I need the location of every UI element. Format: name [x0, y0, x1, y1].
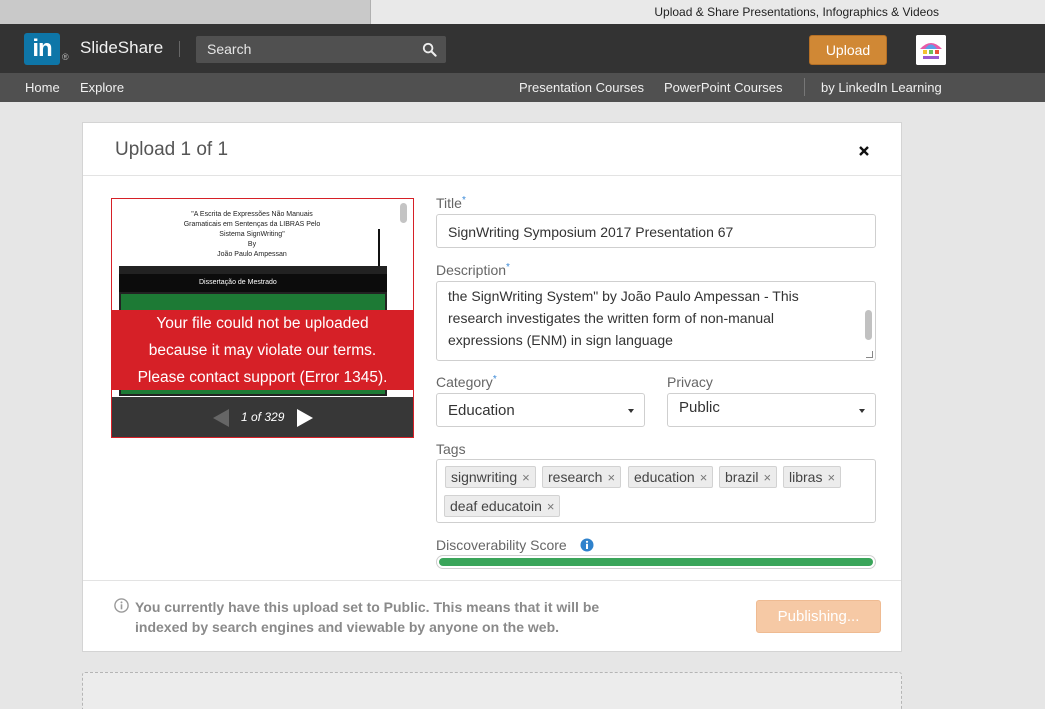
- preview-scrollbar[interactable]: [400, 203, 407, 223]
- search-input[interactable]: Search: [196, 36, 446, 63]
- document-text: "A Escrita de Expressões Não Manuais Gra…: [152, 210, 352, 260]
- description-line: the SignWriting System" by João Paulo Am…: [448, 288, 799, 304]
- tag-chip[interactable]: signwriting ×: [445, 466, 536, 488]
- doc-line: Gramaticais em Sentenças da LIBRAS Pelo: [183, 221, 321, 228]
- browser-tab-inactive[interactable]: [0, 0, 371, 24]
- linkedin-logo[interactable]: in: [24, 33, 60, 65]
- nav-presentation-courses[interactable]: Presentation Courses: [519, 80, 644, 95]
- doc-line: Sistema SignWriting": [219, 231, 285, 238]
- privacy-notice: You currently have this upload set to Pu…: [135, 597, 675, 637]
- modal-header: Upload 1 of 1: [83, 123, 901, 176]
- nav-home[interactable]: Home: [25, 80, 60, 95]
- chevron-down-icon: [859, 409, 865, 413]
- preview-pager: 1 of 329: [112, 397, 413, 437]
- description-label: Description*: [436, 262, 510, 278]
- info-icon[interactable]: [580, 538, 594, 552]
- doc-line: By: [247, 241, 257, 248]
- resize-grip-icon[interactable]: [866, 351, 873, 358]
- tag-label: brazil: [725, 469, 759, 485]
- description-scrollbar[interactable]: [865, 310, 872, 340]
- avatar-image: [916, 35, 946, 65]
- notice-line: You currently have this upload set to Pu…: [135, 599, 600, 615]
- discoverability-label: Discoverability Score: [436, 537, 567, 553]
- tag-chip[interactable]: libras ×: [783, 466, 842, 488]
- remove-tag-icon[interactable]: ×: [522, 470, 530, 485]
- modal-footer: You currently have this upload set to Pu…: [83, 580, 901, 651]
- chevron-down-icon: [628, 409, 634, 413]
- browser-tab-active[interactable]: Upload & Share Presentations, Infographi…: [371, 0, 1045, 24]
- description-line: research investigates the written form o…: [448, 310, 775, 326]
- category-value: Education: [448, 402, 515, 419]
- discoverability-fill: [439, 558, 873, 566]
- browser-tab-strip: Upload & Share Presentations, Infographi…: [0, 0, 1045, 24]
- tag-label: deaf educatoin: [450, 498, 542, 514]
- previous-slide-icon[interactable]: [212, 408, 230, 428]
- modal-title: Upload 1 of 1: [115, 139, 229, 160]
- notice-line: indexed by search engines and viewable b…: [135, 619, 560, 635]
- search-placeholder: Search: [207, 41, 252, 57]
- upload-modal: Upload 1 of 1 "A Escrita de Expressões N…: [82, 122, 902, 652]
- nav-powerpoint-courses[interactable]: PowerPoint Courses: [664, 80, 783, 95]
- tag-chip[interactable]: brazil ×: [719, 466, 778, 488]
- nav-linkedin-learning[interactable]: by LinkedIn Learning: [821, 80, 942, 95]
- sub-nav: Home Explore Presentation Courses PowerP…: [0, 73, 1045, 102]
- title-label: Title*: [436, 195, 466, 211]
- top-nav: in ® SlideShare Search Upload: [0, 24, 1045, 73]
- doc-line: João Paulo Ampessan: [217, 251, 287, 258]
- description-line: expressions (ENM) in sign language: [448, 332, 673, 348]
- category-label: Category*: [436, 374, 497, 390]
- brand-name[interactable]: SlideShare: [80, 38, 163, 58]
- tag-label: signwriting: [451, 469, 518, 485]
- error-line: Please contact support (Error 1345).: [137, 369, 388, 386]
- avatar[interactable]: [916, 35, 946, 65]
- remove-tag-icon[interactable]: ×: [547, 499, 555, 514]
- tag-label: libras: [789, 469, 823, 485]
- close-icon[interactable]: [857, 144, 871, 158]
- registered-mark: ®: [62, 52, 69, 62]
- tag-chip[interactable]: education ×: [628, 466, 714, 488]
- nav-explore[interactable]: Explore: [80, 80, 124, 95]
- tag-chip[interactable]: deaf educatoin ×: [444, 495, 561, 517]
- category-select[interactable]: Education: [436, 393, 645, 427]
- remove-tag-icon[interactable]: ×: [763, 470, 771, 485]
- privacy-label: Privacy: [667, 374, 713, 390]
- publish-button[interactable]: Publishing...: [756, 600, 881, 633]
- error-line: Your file could not be uploaded: [156, 315, 369, 332]
- doc-line: "A Escrita de Expressões Não Manuais: [191, 211, 313, 218]
- remove-tag-icon[interactable]: ×: [607, 470, 615, 485]
- error-line: because it may violate our terms.: [148, 342, 377, 359]
- search-icon[interactable]: [422, 42, 437, 57]
- next-slide-icon[interactable]: [296, 408, 314, 428]
- nav-divider: [179, 41, 180, 57]
- upload-error-banner: Your file could not be uploaded because …: [112, 310, 413, 390]
- remove-tag-icon[interactable]: ×: [827, 470, 835, 485]
- page-counter: 1 of 329: [241, 410, 285, 424]
- discoverability-meter: [436, 555, 876, 569]
- tag-chip[interactable]: research ×: [542, 466, 622, 488]
- slide-band: Dissertação de Mestrado: [119, 274, 387, 292]
- tag-label: education: [634, 469, 695, 485]
- remove-tag-icon[interactable]: ×: [700, 470, 708, 485]
- upload-dropzone[interactable]: [82, 672, 902, 709]
- tags-input[interactable]: signwriting × research × education × brazil…: [436, 459, 876, 523]
- tags-label: Tags: [436, 441, 466, 457]
- document-preview: "A Escrita de Expressões Não Manuais Gra…: [111, 198, 414, 438]
- info-circle-icon: [114, 598, 129, 613]
- upload-button[interactable]: Upload: [809, 35, 887, 65]
- description-field[interactable]: the SignWriting System" by João Paulo Am…: [436, 281, 876, 361]
- tag-label: research: [548, 469, 603, 485]
- title-field[interactable]: SignWriting Symposium 2017 Presentation …: [436, 214, 876, 248]
- privacy-value: Public: [679, 399, 720, 416]
- subnav-divider: [804, 78, 805, 96]
- privacy-select[interactable]: Public: [667, 393, 876, 427]
